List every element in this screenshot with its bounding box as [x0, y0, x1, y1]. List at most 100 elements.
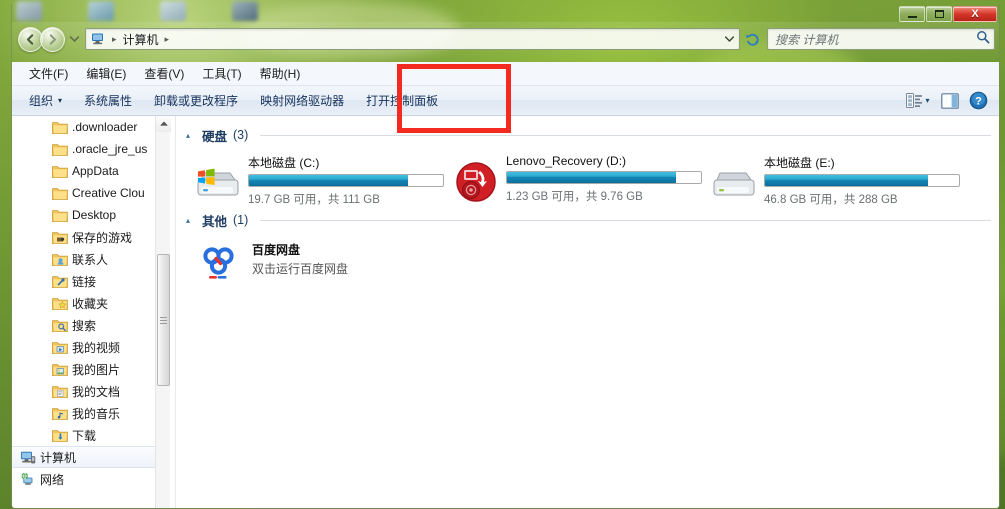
- recovery-drive-icon: [456, 162, 496, 202]
- drive-item[interactable]: 本地磁盘 (C:) 19.7 GB 可用，共 111 GB: [196, 152, 454, 207]
- sidebar-item-label: .downloader: [72, 120, 138, 134]
- saved-games-icon: [52, 229, 68, 245]
- address-bar[interactable]: ▸ 计算机 ▸: [85, 28, 740, 50]
- system-properties-button[interactable]: 系统属性: [73, 87, 143, 114]
- sidebar-item-label: 链接: [72, 274, 97, 289]
- baidu-netdisk-icon: [197, 240, 241, 284]
- address-dropdown-icon[interactable]: [721, 36, 737, 42]
- sidebar-item-label: 搜索: [72, 318, 97, 333]
- sidebar-item-10[interactable]: 我的视频: [12, 336, 162, 358]
- sidebar-item-2[interactable]: AppData: [12, 160, 162, 182]
- navigation-row: ▸ 计算机 ▸ 搜索 计算机: [12, 22, 999, 56]
- minimize-button[interactable]: [899, 5, 925, 22]
- network-icon: [20, 471, 36, 487]
- chevron-up-icon: [159, 121, 168, 126]
- sidebar-item-8[interactable]: 收藏夹: [12, 292, 162, 314]
- close-button[interactable]: X: [953, 5, 997, 22]
- search-input[interactable]: 搜索 计算机: [767, 28, 995, 50]
- sidebar-item-9[interactable]: 搜索: [12, 314, 162, 336]
- menu-file[interactable]: 文件(F): [20, 62, 77, 85]
- chevron-down-icon: [724, 36, 734, 42]
- sidebar-item-3[interactable]: Creative Clou: [12, 182, 162, 204]
- other-item-description: 双击运行百度网盘: [252, 262, 349, 276]
- scroll-up-button[interactable]: [156, 116, 171, 132]
- drive-usage-bar: [764, 174, 960, 187]
- sidebar-item-4[interactable]: Desktop: [12, 204, 162, 226]
- menu-view[interactable]: 查看(V): [135, 62, 193, 85]
- uninstall-change-program-button[interactable]: 卸载或更改程序: [143, 87, 249, 114]
- chevron-down-icon: [69, 36, 79, 42]
- sidebar-item-label: .oracle_jre_us: [72, 142, 148, 156]
- computer-icon: [90, 31, 106, 47]
- sidebar-item-label: Creative Clou: [72, 186, 145, 200]
- sidebar-item-label: 计算机: [40, 450, 77, 465]
- history-dropdown-button[interactable]: [67, 28, 81, 50]
- sidebar-item-7[interactable]: 链接: [12, 270, 162, 292]
- change-view-button[interactable]: ▾: [901, 90, 935, 112]
- forward-button[interactable]: [40, 26, 65, 52]
- sidebar-item-11[interactable]: 我的图片: [12, 358, 162, 380]
- organize-label: 组织: [29, 94, 54, 108]
- open-control-panel-button[interactable]: 打开控制面板: [355, 87, 449, 114]
- drive-usage-bar: [248, 174, 444, 187]
- searches-icon: [52, 317, 68, 333]
- drive-item[interactable]: 本地磁盘 (E:) 46.8 GB 可用，共 288 GB: [712, 152, 970, 207]
- chrome-area: ▸ 计算机 ▸ 搜索 计算机: [12, 22, 999, 62]
- scrollbar-thumb[interactable]: [157, 254, 170, 386]
- help-button[interactable]: ?: [965, 90, 991, 112]
- breadcrumb-computer[interactable]: 计算机: [120, 30, 162, 49]
- title-bar[interactable]: X: [12, 4, 999, 22]
- preview-pane-button[interactable]: [937, 90, 963, 112]
- folder-icon: [52, 185, 68, 201]
- favorites-icon: [52, 295, 68, 311]
- group-header-1[interactable]: ▴ 其他 (1): [186, 209, 991, 231]
- group-divider: [260, 134, 991, 136]
- sidebar-item-5[interactable]: 保存的游戏: [12, 226, 162, 248]
- navigation-pane: .downloader .oracle_jre_us AppData Creative…: [12, 116, 176, 508]
- breadcrumb-separator[interactable]: ▸: [162, 34, 173, 45]
- menu-help[interactable]: 帮助(H): [251, 62, 310, 85]
- system-drive-icon: [196, 161, 240, 203]
- view-layout-icon: [906, 92, 923, 108]
- preview-pane-icon: [941, 92, 959, 109]
- local-drive-icon: [712, 161, 756, 203]
- toolbar-right-group: ▾ ?: [901, 90, 995, 112]
- group-divider: [260, 219, 991, 221]
- sidebar-item-root-15[interactable]: 计算机: [12, 446, 162, 468]
- refresh-button[interactable]: [742, 28, 764, 50]
- organize-button[interactable]: 组织 ▾: [18, 87, 73, 114]
- sidebar-item-13[interactable]: 我的音乐: [12, 402, 162, 424]
- search-icon[interactable]: [976, 30, 990, 49]
- map-network-drive-button[interactable]: 映射网络驱动器: [249, 87, 355, 114]
- collapse-triangle-icon[interactable]: ▴: [186, 216, 196, 225]
- drive-free-space: 19.7 GB 可用，共 111 GB: [248, 194, 380, 206]
- maximize-button[interactable]: [926, 5, 952, 22]
- sidebar-item-14[interactable]: 下载: [12, 424, 162, 446]
- pictures-icon: [52, 361, 68, 377]
- folder-icon: [52, 163, 68, 179]
- recovery-drive-icon: [454, 161, 498, 203]
- sidebar-item-label: 联系人: [72, 252, 109, 267]
- explorer-window: X ▸ 计算机 ▸ 搜索 计算机 文件(F) 编辑(E) 查看(V) 工具(T)…: [11, 4, 1000, 509]
- sidebar-item-label: Desktop: [72, 208, 117, 222]
- sidebar-item-6[interactable]: 联系人: [12, 248, 162, 270]
- sidebar-item-12[interactable]: 我的文档: [12, 380, 162, 402]
- menu-tools[interactable]: 工具(T): [193, 62, 250, 85]
- group-header-0[interactable]: ▴ 硬盘 (3): [186, 124, 991, 146]
- baidu-netdisk-icon: [196, 239, 242, 285]
- local-drive-icon: [713, 172, 755, 196]
- group-title: 硬盘: [202, 129, 228, 144]
- chevron-down-icon: ▾: [925, 96, 930, 105]
- drive-item[interactable]: Lenovo_Recovery (D:) 1.23 GB 可用，共 9.76 GB: [454, 152, 712, 207]
- navigation-scrollbar[interactable]: [155, 116, 171, 508]
- other-list: 百度网盘 双击运行百度网盘: [186, 231, 991, 285]
- sidebar-item-1[interactable]: .oracle_jre_us: [12, 138, 162, 160]
- sidebar-item-0[interactable]: .downloader: [12, 116, 162, 138]
- help-icon: ?: [969, 91, 987, 110]
- command-toolbar: 组织 ▾ 系统属性 卸载或更改程序 映射网络驱动器 打开控制面板 ▾ ?: [12, 86, 999, 116]
- sidebar-item-root-16[interactable]: 网络: [12, 468, 162, 490]
- drive-name: 本地磁盘 (C:): [248, 156, 320, 170]
- menu-edit[interactable]: 编辑(E): [77, 62, 135, 85]
- collapse-triangle-icon[interactable]: ▴: [186, 131, 196, 140]
- other-item[interactable]: 百度网盘 双击运行百度网盘: [196, 239, 348, 285]
